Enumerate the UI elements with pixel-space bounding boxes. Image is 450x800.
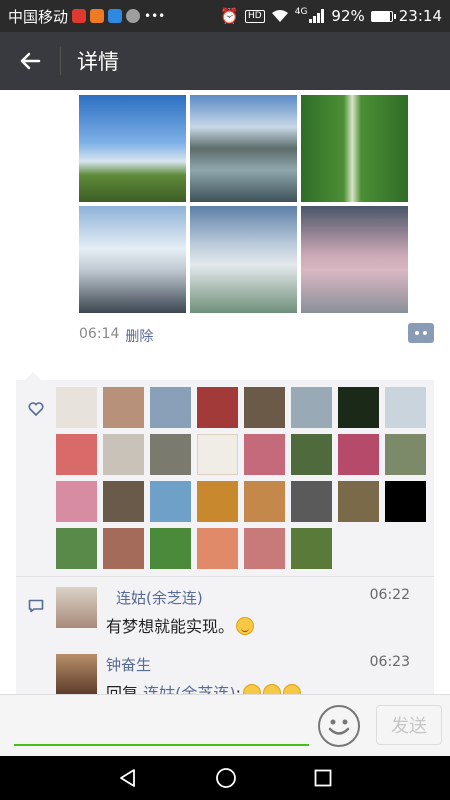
commenter-avatar[interactable]	[56, 654, 97, 694]
liker-avatar[interactable]	[150, 528, 191, 569]
title-divider	[60, 47, 61, 75]
title-bar: 详情	[0, 32, 450, 90]
carrier-name: 中国移动	[8, 7, 69, 26]
player-app-icon	[90, 9, 105, 23]
liker-avatar[interactable]	[244, 481, 285, 522]
liker-avatar[interactable]	[103, 387, 144, 428]
liker-avatar[interactable]	[56, 434, 97, 475]
reply-prefix: 回复	[106, 684, 144, 694]
liker-avatar[interactable]	[385, 434, 426, 475]
post-photo[interactable]	[79, 95, 186, 202]
commenter-name[interactable]: 钟奋生	[106, 654, 151, 675]
panel-separator	[16, 576, 434, 577]
liker-avatar[interactable]	[291, 481, 332, 522]
nav-recents-icon[interactable]	[314, 769, 332, 787]
weibo-icon	[126, 9, 141, 23]
smile-emoji-icon	[262, 684, 281, 694]
liker-avatar[interactable]	[244, 528, 285, 569]
liker-avatar[interactable]	[197, 481, 238, 522]
liker-avatar[interactable]	[150, 481, 191, 522]
back-button[interactable]	[0, 32, 60, 90]
liker-avatar[interactable]	[244, 434, 285, 475]
liker-avatar[interactable]	[291, 528, 332, 569]
likes-avatars	[56, 387, 426, 569]
comment-text: 回复 连姑(余芝连):	[106, 680, 301, 694]
liker-avatar[interactable]	[103, 434, 144, 475]
comment-icon	[28, 599, 44, 613]
liker-avatar[interactable]	[338, 387, 379, 428]
post-photo[interactable]	[190, 206, 297, 313]
reply-to-name[interactable]: 连姑(余芝连)	[143, 684, 236, 694]
liker-avatar[interactable]	[291, 434, 332, 475]
network-type: 4G	[294, 7, 308, 17]
moment-detail: 06:14 删除 连姑(余芝连) 06:22 有梦想就能实现。 钟奋生 06:2…	[0, 90, 450, 694]
back-arrow-icon	[20, 52, 41, 70]
video-app-icon	[72, 9, 87, 23]
liker-avatar[interactable]	[385, 481, 426, 522]
post-photo[interactable]	[301, 206, 408, 313]
photo-grid	[79, 95, 408, 313]
post-time: 06:14	[79, 326, 120, 342]
liker-avatar[interactable]	[150, 434, 191, 475]
comment-item[interactable]: 钟奋生 06:23 回复 连姑(余芝连):	[16, 654, 434, 694]
comment-time: 06:22	[369, 587, 410, 603]
comment-input-bar: 发送	[0, 694, 450, 756]
battery-icon	[370, 10, 396, 22]
app-notification-icon	[108, 9, 123, 23]
system-nav-bar	[0, 756, 450, 800]
send-button[interactable]: 发送	[376, 705, 442, 745]
reply-suffix: :	[235, 684, 241, 694]
liker-avatar[interactable]	[56, 481, 97, 522]
page-title: 详情	[77, 50, 119, 74]
post-photo[interactable]	[190, 95, 297, 202]
liker-avatar[interactable]	[197, 387, 238, 428]
liker-avatar[interactable]	[385, 387, 426, 428]
comment-input[interactable]	[14, 744, 309, 746]
emoji-button[interactable]	[318, 705, 360, 747]
nav-back-icon[interactable]	[118, 768, 138, 788]
comment-menu-button[interactable]	[408, 323, 434, 343]
delete-link[interactable]: 删除	[125, 326, 153, 346]
emoji-face-icon	[328, 719, 350, 735]
liker-avatar[interactable]	[338, 481, 379, 522]
post-photo[interactable]	[301, 95, 408, 202]
clock: 23:14	[398, 7, 442, 25]
comment-item[interactable]: 连姑(余芝连) 06:22 有梦想就能实现。	[16, 587, 434, 647]
comment-time: 06:23	[369, 654, 410, 670]
hd-badge: HD	[245, 9, 265, 23]
smile-emoji-icon	[242, 684, 261, 694]
smile-emoji-icon	[236, 617, 255, 635]
commenter-avatar[interactable]	[56, 587, 97, 628]
liker-avatar[interactable]	[150, 387, 191, 428]
signal-icon	[309, 9, 325, 23]
liker-avatar[interactable]	[244, 387, 285, 428]
liker-avatar[interactable]	[56, 528, 97, 569]
nav-home-icon[interactable]	[215, 767, 237, 789]
liker-avatar[interactable]	[197, 528, 238, 569]
commenter-name[interactable]: 连姑(余芝连)	[116, 587, 203, 608]
comment-text: 有梦想就能实现。	[106, 613, 255, 637]
liker-avatar[interactable]	[56, 387, 97, 428]
post-photo[interactable]	[79, 206, 186, 313]
liker-avatar[interactable]	[338, 434, 379, 475]
liker-avatar[interactable]	[197, 434, 238, 475]
alarm-icon: ⏰	[220, 7, 240, 25]
smile-emoji-icon	[282, 684, 301, 694]
post-meta: 06:14 删除	[79, 326, 153, 346]
heart-icon	[28, 402, 44, 416]
more-notifications-icon: •••	[144, 9, 166, 23]
comment-body: 有梦想就能实现。	[106, 617, 235, 636]
battery-percent: 92%	[331, 7, 365, 25]
liker-avatar[interactable]	[291, 387, 332, 428]
liker-avatar[interactable]	[103, 528, 144, 569]
liker-avatar[interactable]	[103, 481, 144, 522]
status-bar: 中国移动 ••• ⏰ HD 4G 92% 23:14	[0, 0, 450, 32]
wifi-icon	[271, 10, 288, 22]
